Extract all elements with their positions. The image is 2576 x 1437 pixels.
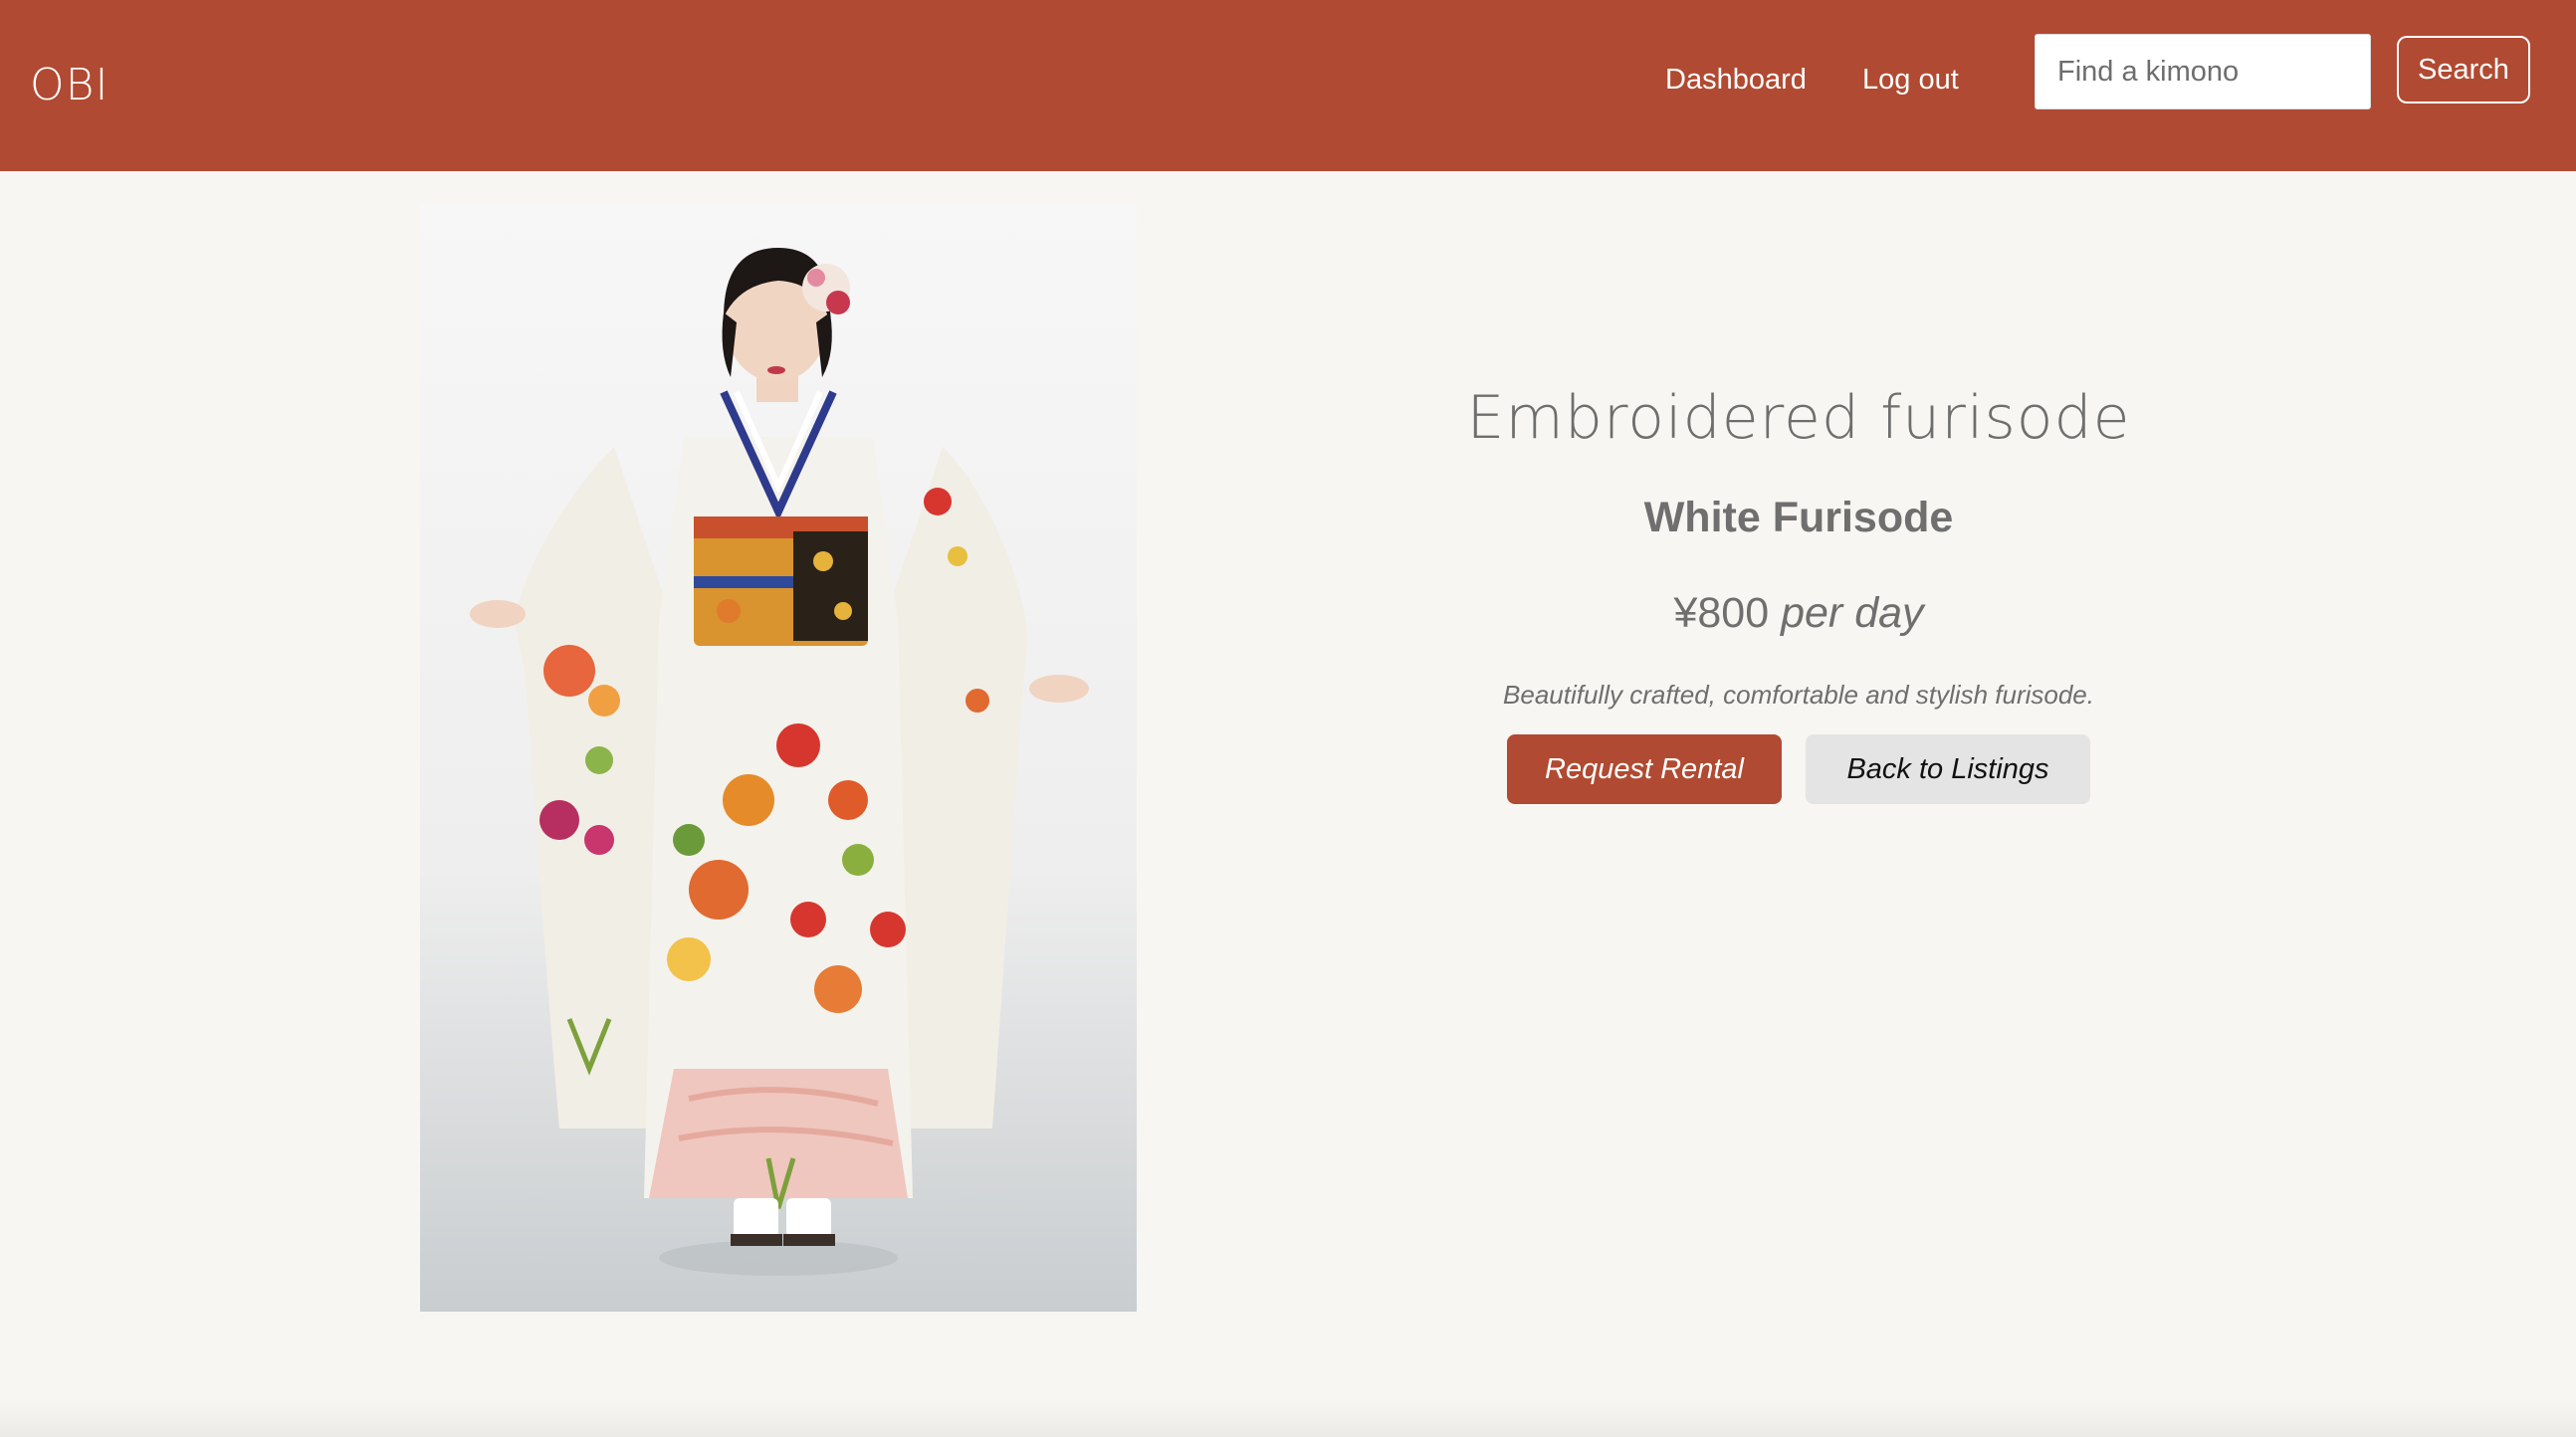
nav-logout-link[interactable]: Log out <box>1862 58 1959 102</box>
search-button[interactable]: Search <box>2397 36 2530 103</box>
nav-dashboard-link[interactable]: Dashboard <box>1665 58 1807 102</box>
listing-details: Embroidered furisode White Furisode ¥800… <box>1374 368 2224 804</box>
back-to-listings-button[interactable]: Back to Listings <box>1806 734 2090 804</box>
top-navbar: OBI Dashboard Log out Search <box>0 0 2576 171</box>
search-input[interactable] <box>2035 34 2371 109</box>
request-rental-button[interactable]: Request Rental <box>1507 734 1782 804</box>
obi-logo[interactable]: OBI <box>30 56 108 115</box>
listing-price: ¥800 per day <box>1374 585 2224 641</box>
listing-actions: Request Rental Back to Listings <box>1374 734 2224 804</box>
listing-description: Beautifully crafted, comfortable and sty… <box>1503 680 2094 710</box>
page-bottom-divider <box>0 1399 2576 1437</box>
listing-title: Embroidered furisode <box>1466 383 2131 453</box>
kimono-illustration <box>470 248 1089 1276</box>
price-amount: ¥800 <box>1673 589 1770 637</box>
listing-name: White Furisode <box>1643 494 1954 541</box>
kimono-photo <box>420 203 1137 1312</box>
price-unit: per day <box>1781 589 1924 637</box>
